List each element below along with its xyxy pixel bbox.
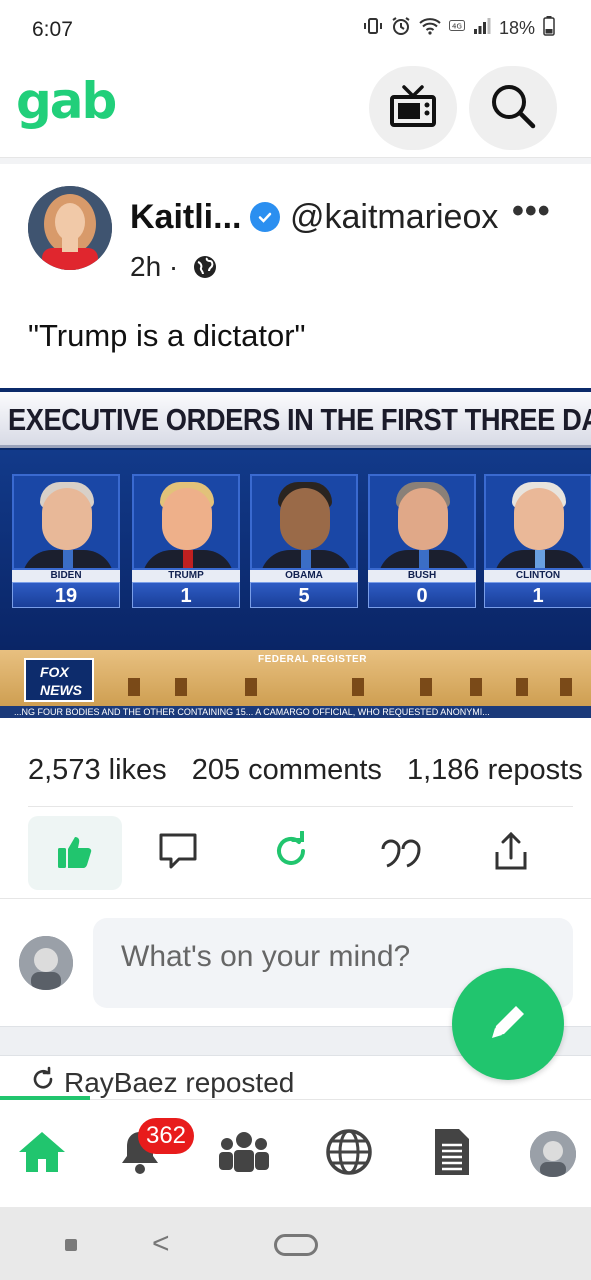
bottom-navigation: 362 [0, 1096, 591, 1207]
pencil-icon [484, 998, 532, 1051]
verified-badge-icon [250, 202, 280, 232]
president-panel: OBAMA 5 [250, 474, 358, 622]
repost-small-icon [30, 1066, 56, 1099]
vibrate-icon [363, 16, 383, 41]
nav-news[interactable] [422, 1124, 482, 1184]
gab-logo[interactable]: gab [16, 72, 117, 130]
globe-icon [324, 1127, 374, 1182]
app-header: gab [0, 58, 591, 158]
author-handle[interactable]: @kaitmarieox [290, 198, 498, 237]
comment-button[interactable] [131, 816, 225, 890]
author-avatar[interactable] [28, 186, 112, 270]
battery-percent: 18% [498, 18, 535, 38]
president-name: BUSH [368, 570, 476, 582]
repost-indicator[interactable]: RayBaez reposted [30, 1066, 294, 1099]
comment-icon [157, 831, 199, 876]
president-name: BIDEN [12, 570, 120, 582]
president-count: 1 [484, 582, 591, 608]
president-panel: BUSH 0 [368, 474, 476, 622]
tv-icon [388, 83, 438, 134]
like-button[interactable] [28, 816, 122, 890]
president-count: 0 [368, 582, 476, 608]
current-user-avatar[interactable] [19, 936, 73, 990]
document-icon [432, 1127, 472, 1182]
repost-icon [271, 829, 311, 876]
status-time: 6:07 [32, 18, 73, 41]
share-icon [491, 830, 531, 877]
profile-avatar [530, 1131, 576, 1177]
likes-count[interactable]: 2,573 likes [28, 754, 167, 786]
president-name: CLINTON [484, 570, 591, 582]
battery-icon [543, 16, 555, 41]
home-button[interactable] [274, 1234, 318, 1256]
recents-button[interactable] [65, 1239, 77, 1251]
4g-icon: 4G [448, 18, 465, 39]
post-text: "Trump is a dictator" [28, 318, 306, 353]
wifi-icon [419, 17, 441, 40]
president-count: 5 [250, 582, 358, 608]
header-divider [0, 158, 591, 164]
active-tab-indicator [0, 1096, 90, 1100]
compose-fab-button[interactable] [452, 968, 564, 1080]
more-options-button[interactable]: ••• [512, 192, 551, 231]
home-icon [16, 1129, 68, 1180]
post-actions [28, 816, 573, 890]
search-button[interactable] [469, 66, 557, 150]
share-button[interactable] [464, 816, 558, 890]
system-navigation-bar: < [0, 1207, 591, 1280]
president-panel: BIDEN 19 [12, 474, 120, 622]
svg-text:4G: 4G [452, 23, 462, 31]
president-name: OBAMA [250, 570, 358, 582]
reposts-count[interactable]: 1,186 reposts [407, 754, 583, 786]
nav-groups[interactable] [214, 1124, 274, 1184]
groups-icon [217, 1130, 271, 1179]
news-ticker: ...NG FOUR BODIES AND THE OTHER CONTAINI… [0, 706, 591, 718]
public-globe-icon [192, 254, 218, 285]
search-icon [488, 81, 538, 136]
nav-explore[interactable] [319, 1124, 379, 1184]
federal-register-label: FEDERAL REGISTER [258, 654, 367, 665]
president-count: 19 [12, 582, 120, 608]
composer-divider [0, 898, 591, 899]
president-count: 1 [132, 582, 240, 608]
like-icon [55, 831, 95, 876]
image-banner: EXECUTIVE ORDERS IN THE FIRST THREE DAYS [0, 392, 591, 448]
repost-button[interactable] [244, 816, 338, 890]
nav-home[interactable] [12, 1124, 72, 1184]
alarm-icon [391, 16, 411, 41]
back-button[interactable]: < [152, 1227, 170, 1261]
president-panel: TRUMP 1 [132, 474, 240, 622]
tv-button[interactable] [369, 66, 457, 150]
image-banner-text: EXECUTIVE ORDERS IN THE FIRST THREE DAYS [8, 402, 591, 437]
post-image[interactable]: EXECUTIVE ORDERS IN THE FIRST THREE DAYS… [0, 388, 591, 718]
nav-profile[interactable] [523, 1124, 583, 1184]
comments-count[interactable]: 205 comments [192, 754, 382, 786]
status-bar: 6:07 4G 18% [0, 0, 591, 58]
quote-button[interactable] [355, 816, 449, 890]
author-name[interactable]: Kaitli... [130, 198, 241, 237]
president-panel: CLINTON 1 [484, 474, 591, 622]
president-name: TRUMP [132, 570, 240, 582]
stats-divider [28, 806, 573, 807]
repost-label: RayBaez reposted [64, 1066, 295, 1098]
notification-badge: 362 [138, 1118, 194, 1154]
post-timestamp[interactable]: 2h · [130, 251, 178, 283]
fox-news-logo: FOX NEWS [24, 658, 94, 702]
post-stats: 2,573 likes 205 comments 1,186 reposts [28, 754, 591, 787]
signal-icon [473, 17, 491, 40]
quote-icon [379, 831, 425, 876]
status-icons: 4G 18% [363, 16, 555, 41]
